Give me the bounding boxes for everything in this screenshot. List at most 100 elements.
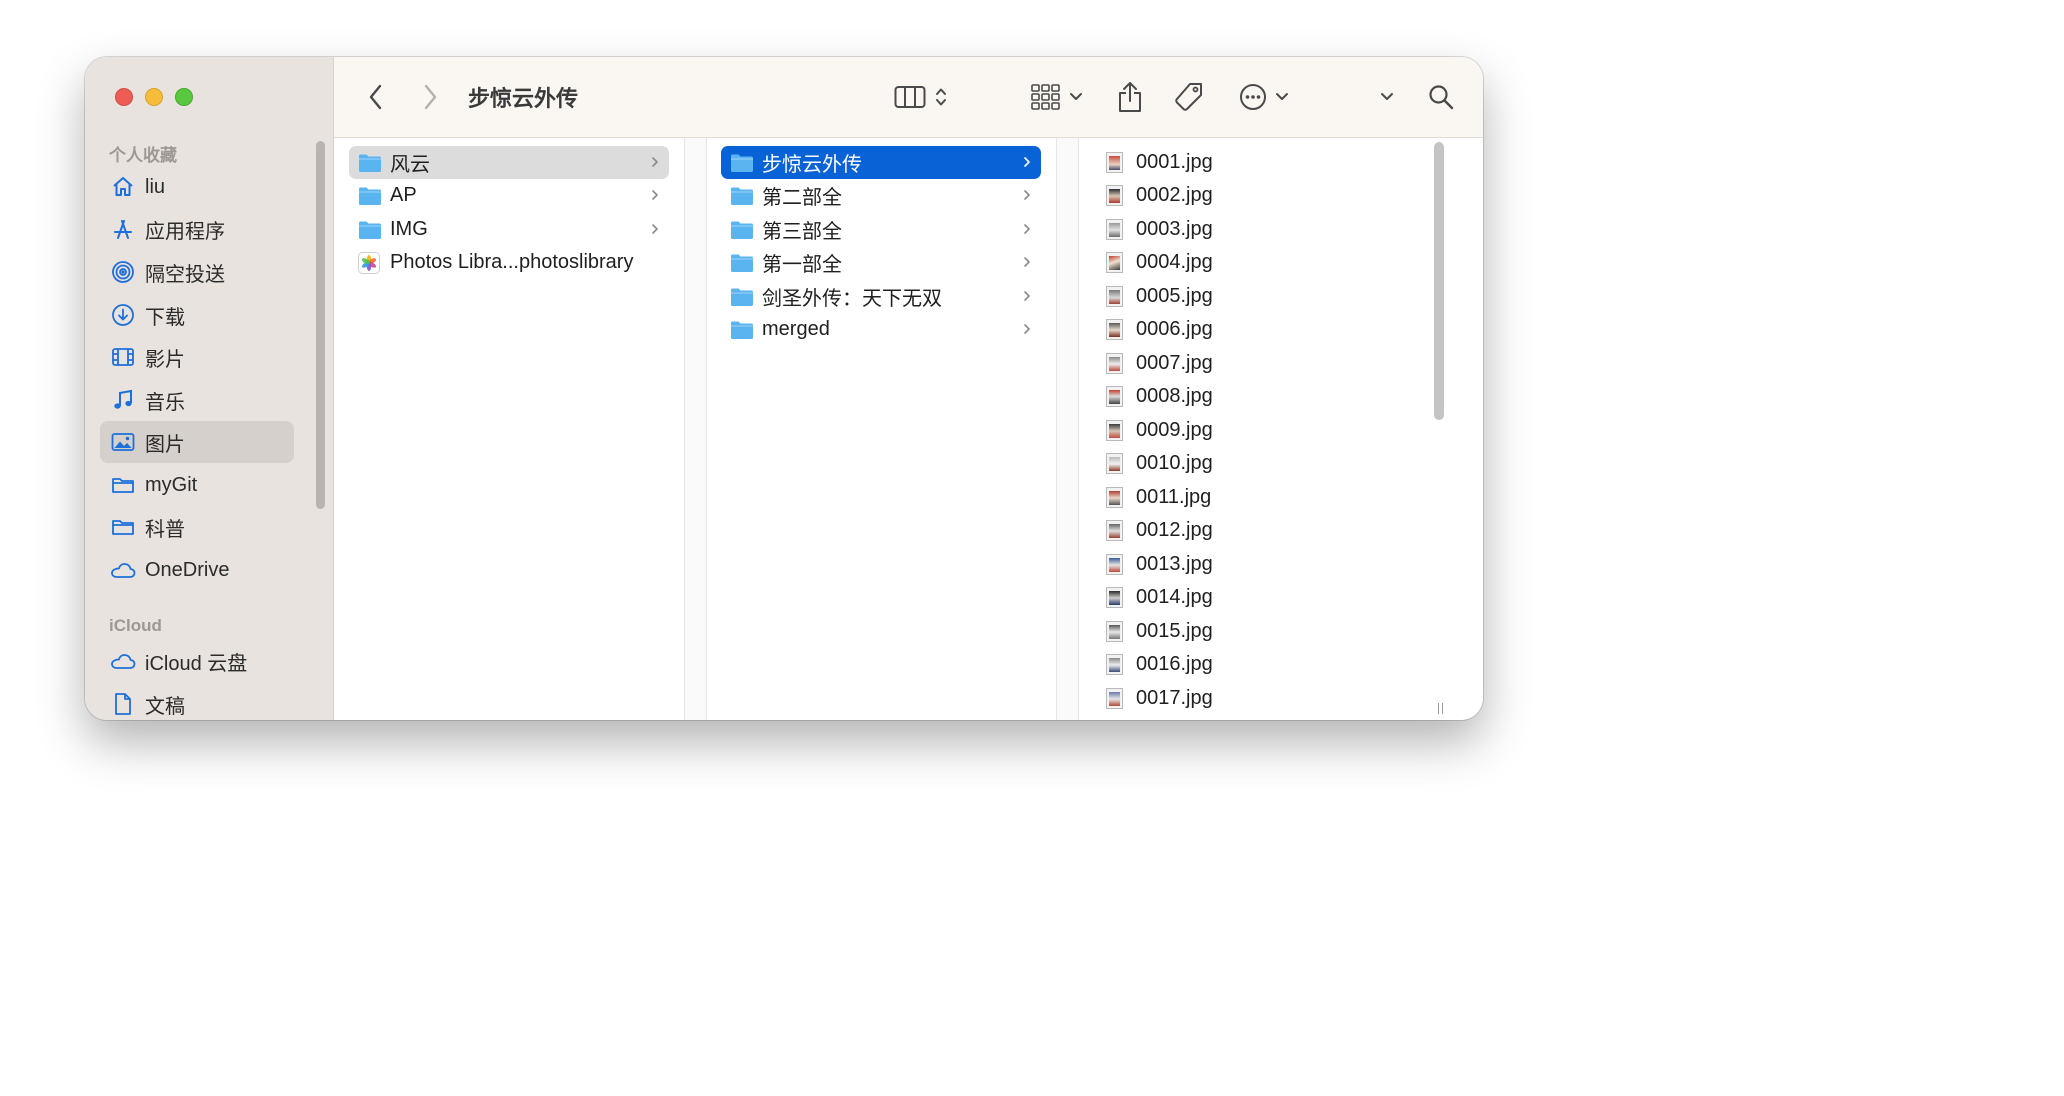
file-row[interactable]: 0013.jpg [1106, 548, 1213, 581]
search-button[interactable] [1426, 79, 1456, 115]
tag-button[interactable] [1172, 79, 1206, 115]
sidebar-item-documents[interactable]: 文稿 [100, 683, 294, 720]
list-item-photos-library[interactable]: Photos Libra...photoslibrary [349, 246, 669, 279]
forward-button[interactable] [418, 79, 442, 115]
zoom-button[interactable] [175, 88, 193, 106]
file-row[interactable]: 0007.jpg [1106, 347, 1213, 380]
back-button[interactable] [364, 79, 388, 115]
chevron-right-icon [1024, 324, 1030, 334]
file-row[interactable]: 0001.jpg [1106, 146, 1213, 179]
sidebar-item-downloads[interactable]: 下载 [100, 294, 294, 336]
chevron-right-icon [652, 224, 658, 234]
sidebar-item-kepu[interactable]: 科普 [100, 506, 294, 548]
folder-icon [730, 253, 754, 273]
chevron-down-icon [1276, 93, 1288, 100]
share-button[interactable] [1114, 79, 1146, 115]
file-name: 0008.jpg [1136, 385, 1213, 407]
list-item-part3[interactable]: 第三部全 [721, 213, 1041, 246]
list-item-label: merged [762, 318, 830, 340]
close-button[interactable] [115, 88, 133, 106]
image-thumbnail-icon [1106, 219, 1123, 240]
folder-icon [730, 220, 754, 240]
sidebar-heading-favorites: 个人收藏 [109, 146, 177, 165]
sidebar-item-label: iCloud 云盘 [145, 652, 248, 675]
film-icon [110, 344, 136, 370]
sidebar-item-home[interactable]: liu [100, 166, 294, 208]
list-item-fengyun[interactable]: 风云 [349, 146, 669, 179]
sidebar-item-applications[interactable]: 应用程序 [100, 208, 294, 250]
image-thumbnail-icon [1106, 453, 1123, 474]
file-row[interactable]: 0015.jpg [1106, 615, 1213, 648]
file-row[interactable]: 0014.jpg [1106, 581, 1213, 614]
file-row[interactable]: 0003.jpg [1106, 213, 1213, 246]
file-name: 0009.jpg [1136, 419, 1213, 441]
image-thumbnail-icon [1106, 420, 1123, 441]
list-item-label: AP [390, 184, 417, 206]
column-browser: 风云 AP IMG Photos Libra...photoslibrary 步… [334, 138, 1483, 720]
window-title: 步惊云外传 [468, 86, 579, 111]
minimize-button[interactable] [145, 88, 163, 106]
toolbar-overflow-button[interactable] [1377, 79, 1397, 115]
folder-outline-icon [110, 514, 136, 540]
sidebar-scrollbar[interactable] [316, 141, 325, 509]
image-thumbnail-icon [1106, 386, 1123, 407]
sidebar-item-music[interactable]: 音乐 [100, 379, 294, 421]
sidebar-item-label: 文稿 [145, 695, 185, 718]
column-resize-handle[interactable] [1438, 703, 1444, 714]
file-name: 0010.jpg [1136, 452, 1213, 474]
file-row[interactable]: 0017.jpg [1106, 682, 1213, 715]
image-thumbnail-icon [1106, 286, 1123, 307]
file-row[interactable]: 0012.jpg [1106, 514, 1213, 547]
file-row[interactable]: 0005.jpg [1106, 280, 1213, 313]
chevron-right-icon [652, 157, 658, 167]
sidebar-item-onedrive[interactable]: OneDrive [100, 549, 294, 591]
file-name: 0016.jpg [1136, 653, 1213, 675]
sidebar-item-mygit[interactable]: myGit [100, 464, 294, 506]
folder-icon [358, 220, 382, 240]
folder-icon [730, 186, 754, 206]
file-row[interactable]: 0009.jpg [1106, 414, 1213, 447]
list-item-part2[interactable]: 第二部全 [721, 179, 1041, 212]
file-name: 0005.jpg [1136, 285, 1213, 307]
search-icon [1429, 85, 1454, 110]
file-row[interactable]: 0004.jpg [1106, 246, 1213, 279]
sidebar-item-pictures[interactable]: 图片 [100, 421, 294, 463]
file-row[interactable]: 0010.jpg [1106, 447, 1213, 480]
file-row[interactable]: 0011.jpg [1106, 481, 1211, 514]
chevron-right-icon [1024, 157, 1030, 167]
list-item-jiansheng[interactable]: 剑圣外传：天下无双 [721, 280, 1041, 313]
sidebar-item-movies[interactable]: 影片 [100, 336, 294, 378]
file-name: 0007.jpg [1136, 352, 1213, 374]
sidebar-item-icloud-drive[interactable]: iCloud 云盘 [100, 640, 294, 682]
sidebar-item-label: 下载 [145, 306, 185, 329]
chevron-down-icon [1070, 93, 1082, 100]
list-item-img[interactable]: IMG [349, 213, 669, 246]
file-row[interactable]: 0002.jpg [1106, 179, 1213, 212]
list-item-merged[interactable]: merged [721, 313, 1041, 346]
list-item-ap[interactable]: AP [349, 179, 669, 212]
view-mode-button[interactable] [890, 79, 952, 115]
list-item-label: 剑圣外传：天下无双 [762, 288, 942, 310]
file-row[interactable]: 0016.jpg [1106, 648, 1213, 681]
file-row[interactable]: 0006.jpg [1106, 313, 1213, 346]
list-item-label: 第二部全 [762, 187, 842, 209]
columns-view-icon [894, 86, 926, 108]
group-button[interactable] [1028, 79, 1086, 115]
files-scrollbar[interactable] [1434, 142, 1444, 420]
list-item-bujingyun[interactable]: 步惊云外传 [721, 146, 1041, 179]
chevron-right-icon [424, 84, 437, 110]
folder-icon [730, 153, 754, 173]
list-item-label: 步惊云外传 [762, 154, 862, 176]
share-icon [1119, 82, 1141, 112]
document-icon [110, 691, 136, 717]
image-thumbnail-icon [1106, 152, 1123, 173]
image-thumbnail-icon [1106, 654, 1123, 675]
sidebar-item-label: 图片 [145, 433, 185, 456]
file-row[interactable]: 0008.jpg [1106, 380, 1213, 413]
more-actions-button[interactable] [1237, 79, 1291, 115]
airdrop-icon [110, 259, 136, 285]
image-thumbnail-icon [1106, 353, 1123, 374]
sidebar-item-airdrop[interactable]: 隔空投送 [100, 251, 294, 293]
list-item-part1[interactable]: 第一部全 [721, 246, 1041, 279]
image-thumbnail-icon [1106, 185, 1123, 206]
